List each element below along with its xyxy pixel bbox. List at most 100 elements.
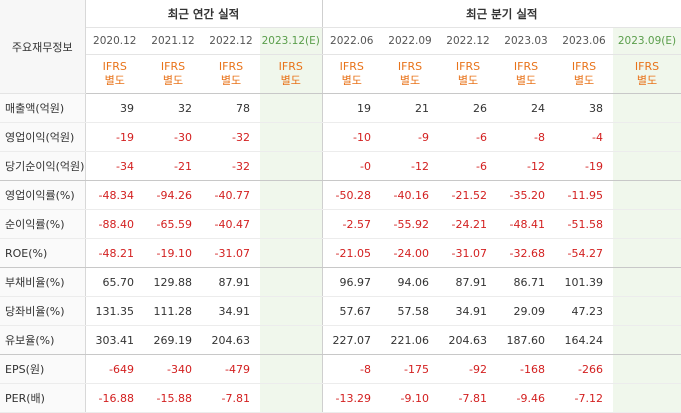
table-cell: -6 xyxy=(439,151,497,181)
table-cell: -15.88 xyxy=(144,383,202,413)
table-cell: -65.59 xyxy=(144,209,202,239)
table-cell: -479 xyxy=(202,354,260,384)
table-cell: -40.16 xyxy=(381,180,439,210)
table-cell: 204.63 xyxy=(202,325,260,355)
table-cell: 65.70 xyxy=(85,267,144,297)
ifrs-label: IFRS 별도 xyxy=(613,54,681,94)
ifrs-label: IFRS 별도 xyxy=(144,54,202,94)
table-cell: 57.67 xyxy=(321,296,381,326)
table-cell: -2.57 xyxy=(321,209,381,239)
table-cell: -21.52 xyxy=(439,180,497,210)
table-cell: -31.07 xyxy=(202,238,260,268)
table-cell: -24.00 xyxy=(381,238,439,268)
table-cell: -175 xyxy=(381,354,439,384)
ifrs-header-row: IFRS 별도 IFRS 별도 IFRS 별도 IFRS 별도 IFRS 별도 IFRS 별도 IFRS… xyxy=(0,54,681,94)
table-cell: 47.23 xyxy=(555,296,613,326)
period-header[interactable]: 2022.12 xyxy=(202,27,260,55)
table-cell: 227.07 xyxy=(321,325,381,355)
row-label[interactable]: 순이익률(%) xyxy=(0,209,86,239)
table-cell: 221.06 xyxy=(381,325,439,355)
financial-summary-table: 주요재무정보 최근 연간 실적 최근 분기 실적 2020.12 2021.12 2… xyxy=(0,0,681,413)
table-cell xyxy=(613,151,681,181)
table-cell xyxy=(260,354,322,384)
period-header[interactable]: 2023.06 xyxy=(555,27,613,55)
table-cell: -40.77 xyxy=(202,180,260,210)
table-cell: -40.47 xyxy=(202,209,260,239)
table-cell: -34 xyxy=(85,151,144,181)
table-cell: -19.10 xyxy=(144,238,202,268)
table-cell: -7.81 xyxy=(202,383,260,413)
table-cell: -32 xyxy=(202,151,260,181)
table-cell: 204.63 xyxy=(439,325,497,355)
table-cell: -13.29 xyxy=(321,383,381,413)
table-cell: -8 xyxy=(497,122,555,152)
table-cell: 111.28 xyxy=(144,296,202,326)
table-cell: 187.60 xyxy=(497,325,555,355)
table-cell xyxy=(613,238,681,268)
period-header[interactable]: 2023.09(E) xyxy=(613,27,681,55)
ifrs-basis-line: 별도 xyxy=(341,74,362,87)
ifrs-basis-line: 별도 xyxy=(162,74,184,87)
period-header[interactable]: 2021.12 xyxy=(144,27,202,55)
period-header[interactable]: 2023.12(E) xyxy=(260,27,322,55)
ifrs-basis-line: 별도 xyxy=(280,74,301,87)
table-cell: -7.81 xyxy=(439,383,497,413)
row-label[interactable]: EPS(원) xyxy=(0,354,86,384)
ifrs-basis-line: 별도 xyxy=(515,74,537,87)
ifrs-line: IFRS xyxy=(571,60,597,73)
period-header[interactable]: 2022.09 xyxy=(381,27,439,55)
table-cell: -21 xyxy=(144,151,202,181)
period-header[interactable]: 2022.06 xyxy=(321,27,381,55)
table-row: ROE(%) -48.21 -19.10 -31.07 -21.05 -24.00 -31.… xyxy=(0,238,681,268)
row-label[interactable]: ROE(%) xyxy=(0,238,86,268)
row-label[interactable]: 당기순이익(억원) xyxy=(0,151,86,181)
table-row: 순이익률(%) -88.40 -65.59 -40.47 -2.57 -55.92 -24.… xyxy=(0,209,681,239)
period-header[interactable]: 2023.03 xyxy=(497,27,555,55)
ifrs-line: IFRS xyxy=(278,60,303,73)
table-cell: 34.91 xyxy=(202,296,260,326)
ifrs-label: IFRS 별도 xyxy=(321,54,381,94)
table-cell: -4 xyxy=(555,122,613,152)
table-cell: -6 xyxy=(439,122,497,152)
table-cell: 34.91 xyxy=(439,296,497,326)
table-cell: -16.88 xyxy=(85,383,144,413)
row-label[interactable]: 매출액(억원) xyxy=(0,93,86,123)
table-cell: -35.20 xyxy=(497,180,555,210)
annual-group-header: 최근 연간 실적 xyxy=(85,0,322,28)
row-label[interactable]: 당좌비율(%) xyxy=(0,296,86,326)
table-cell: 38 xyxy=(555,93,613,123)
row-label[interactable]: 부채비율(%) xyxy=(0,267,86,297)
ifrs-label: IFRS 별도 xyxy=(497,54,555,94)
table-cell: -168 xyxy=(497,354,555,384)
ifrs-line: IFRS xyxy=(397,60,423,73)
table-row: 당기순이익(억원) -34 -21 -32 -0 -12 -6 -12 -19 xyxy=(0,151,681,181)
period-header[interactable]: 2020.12 xyxy=(85,27,144,55)
period-header-row: 2020.12 2021.12 2022.12 2023.12(E) 2022.06 20… xyxy=(0,27,681,55)
ifrs-basis-line: 별도 xyxy=(399,74,421,87)
table-cell: -48.34 xyxy=(85,180,144,210)
table-cell: 87.91 xyxy=(202,267,260,297)
table-cell: 303.41 xyxy=(85,325,144,355)
row-label[interactable]: 유보율(%) xyxy=(0,325,86,355)
table-row: 영업이익(억원) -19 -30 -32 -10 -9 -6 -8 -4 xyxy=(0,122,681,152)
table-cell: 94.06 xyxy=(381,267,439,297)
table-cell: -10 xyxy=(321,122,381,152)
row-label[interactable]: 영업이익률(%) xyxy=(0,180,86,210)
ifrs-label: IFRS 별도 xyxy=(85,54,144,94)
table-cell xyxy=(613,180,681,210)
table-cell xyxy=(613,354,681,384)
ifrs-line: IFRS xyxy=(102,60,127,73)
ifrs-line: IFRS xyxy=(218,60,244,73)
table-cell: -24.21 xyxy=(439,209,497,239)
table-cell xyxy=(260,296,322,326)
table-cell: 24 xyxy=(497,93,555,123)
period-header[interactable]: 2022.12 xyxy=(439,27,497,55)
table-cell: 131.35 xyxy=(85,296,144,326)
table-cell: -8 xyxy=(321,354,381,384)
table-cell: -12 xyxy=(497,151,555,181)
table-cell xyxy=(260,122,322,152)
ifrs-line: IFRS xyxy=(339,60,364,73)
table-cell xyxy=(260,325,322,355)
row-label[interactable]: 영업이익(억원) xyxy=(0,122,86,152)
row-label[interactable]: PER(배) xyxy=(0,383,86,413)
